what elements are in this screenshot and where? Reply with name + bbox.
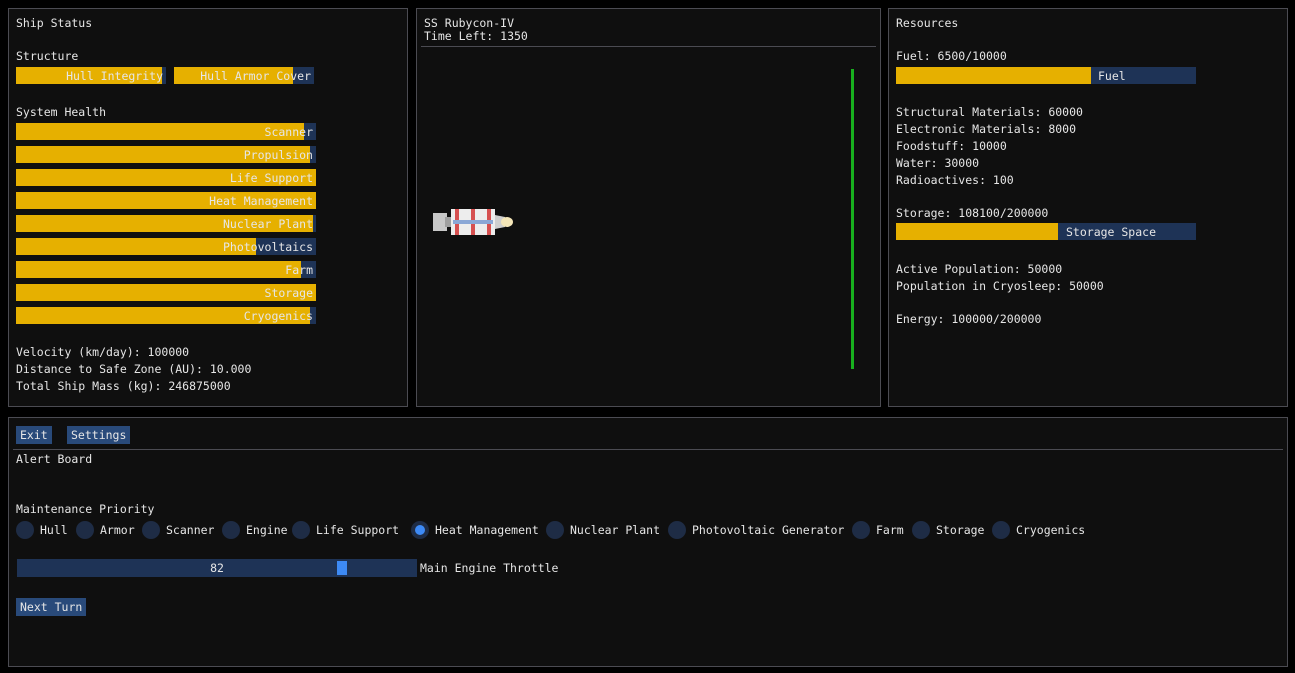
- priority-radio-hull[interactable]: Hull: [16, 521, 68, 539]
- next-turn-button[interactable]: Next Turn: [16, 598, 87, 616]
- priority-radio-engine[interactable]: Engine: [222, 521, 288, 539]
- foodstuff: Foodstuff: 10000: [896, 139, 1007, 153]
- system-health-label: System Health: [16, 105, 107, 119]
- hull-integrity-bar: Hull Integrity: [16, 67, 166, 84]
- priority-radio-nuclear-plant[interactable]: Nuclear Plant: [546, 521, 660, 539]
- resources-title: Resources: [896, 16, 959, 30]
- radio-indicator[interactable]: [76, 521, 94, 539]
- radioactives: Radioactives: 100: [896, 173, 1014, 187]
- cryosleep-population: Population in Cryosleep: 50000: [896, 279, 1104, 293]
- radio-label: Nuclear Plant: [570, 523, 661, 537]
- time-left: Time Left: 1350: [424, 29, 528, 43]
- hull-armor-label: Hull Armor Cover: [200, 69, 311, 83]
- energy-readout: Energy: 100000/200000: [896, 312, 1042, 326]
- radio-label: Armor: [100, 523, 135, 537]
- fuel-bar: Fuel: [896, 67, 1196, 84]
- exit-button[interactable]: Exit: [16, 426, 52, 444]
- storage-bar-label: Storage Space: [1066, 225, 1157, 239]
- structure-label: Structure: [16, 49, 79, 63]
- system-health-bar-storage: Storage: [16, 284, 316, 301]
- radio-indicator[interactable]: [16, 521, 34, 539]
- system-health-bar-heat-management: Heat Management: [16, 192, 316, 209]
- system-health-bar-scanner: Scanner: [16, 123, 316, 140]
- fuel-bar-label: Fuel: [1098, 69, 1126, 83]
- system-health-bar-label: Life Support: [229, 171, 313, 185]
- throttle-label: Main Engine Throttle: [420, 561, 559, 575]
- radio-label: Heat Management: [435, 523, 539, 537]
- system-health-bar-label: Nuclear Plant: [222, 217, 313, 231]
- ship-name: SS Rubycon-IV: [424, 16, 515, 30]
- velocity-readout: Velocity (km/day): 100000: [16, 345, 190, 359]
- priority-radio-storage[interactable]: Storage: [912, 521, 984, 539]
- radio-indicator[interactable]: [546, 521, 564, 539]
- system-health-bar-nuclear-plant: Nuclear Plant: [16, 215, 316, 232]
- main-engine-throttle-slider[interactable]: 82: [17, 559, 417, 577]
- system-health-bar-label: Heat Management: [209, 194, 313, 208]
- radio-indicator[interactable]: [142, 521, 160, 539]
- hull-integrity-label: Hull Integrity: [66, 69, 163, 83]
- radio-label: Photovoltaic Generator: [692, 523, 845, 537]
- safe-zone-distance-line: [851, 69, 854, 369]
- radio-label: Life Support: [316, 523, 400, 537]
- ship-viewport-panel: SS Rubycon-IV Time Left: 1350: [416, 8, 881, 407]
- mass-readout: Total Ship Mass (kg): 246875000: [16, 379, 231, 393]
- system-health-bar-propulsion: Propulsion: [16, 146, 316, 163]
- priority-radio-photovoltaic-generator[interactable]: Photovoltaic Generator: [668, 521, 844, 539]
- alert-board-label: Alert Board: [16, 452, 93, 466]
- active-population: Active Population: 50000: [896, 262, 1063, 276]
- settings-button[interactable]: Settings: [67, 426, 131, 444]
- distance-readout: Distance to Safe Zone (AU): 10.000: [16, 362, 252, 376]
- radio-indicator[interactable]: [222, 521, 240, 539]
- system-health-bar-label: Cryogenics: [243, 309, 313, 323]
- priority-radio-armor[interactable]: Armor: [76, 521, 135, 539]
- system-health-bar-label: Scanner: [264, 125, 313, 139]
- storage-readout: Storage: 108100/200000: [896, 206, 1049, 220]
- water: Water: 30000: [896, 156, 980, 170]
- structural-materials: Structural Materials: 60000: [896, 105, 1083, 119]
- radio-label: Cryogenics: [1016, 523, 1086, 537]
- radio-indicator[interactable]: [852, 521, 870, 539]
- radio-label: Hull: [40, 523, 68, 537]
- radio-indicator[interactable]: [668, 521, 686, 539]
- system-health-bar-label: Photovoltaics: [222, 240, 313, 254]
- radio-indicator[interactable]: [912, 521, 930, 539]
- throttle-grab-handle[interactable]: [337, 561, 347, 575]
- storage-bar: Storage Space: [896, 223, 1196, 240]
- control-panel: Exit Settings Alert Board Maintenance Pr…: [8, 417, 1288, 667]
- radio-label: Farm: [876, 523, 904, 537]
- electronic-materials: Electronic Materials: 8000: [896, 122, 1077, 136]
- radio-label: Scanner: [166, 523, 215, 537]
- priority-radio-life-support[interactable]: Life Support: [292, 521, 399, 539]
- system-health-bar-cryogenics: Cryogenics: [16, 307, 316, 324]
- spaceship-icon: [433, 209, 513, 235]
- system-health-bar-label: Farm: [285, 263, 313, 277]
- system-health-bar-label: Storage: [264, 286, 313, 300]
- ship-status-title: Ship Status: [16, 16, 93, 30]
- system-health-bar-life-support: Life Support: [16, 169, 316, 186]
- resources-panel: Resources Fuel: 6500/10000 Fuel Structur…: [888, 8, 1288, 407]
- priority-radio-cryogenics[interactable]: Cryogenics: [992, 521, 1085, 539]
- fuel-readout: Fuel: 6500/10000: [896, 49, 1007, 63]
- priority-radio-farm[interactable]: Farm: [852, 521, 904, 539]
- system-health-bar-photovoltaics: Photovoltaics: [16, 238, 316, 255]
- radio-label: Engine: [246, 523, 288, 537]
- system-health-bar-farm: Farm: [16, 261, 316, 278]
- priority-radio-heat-management[interactable]: Heat Management: [411, 521, 539, 539]
- hull-armor-bar: Hull Armor Cover: [174, 67, 314, 84]
- radio-indicator[interactable]: [292, 521, 310, 539]
- radio-label: Storage: [936, 523, 985, 537]
- throttle-value: 82: [210, 561, 224, 575]
- priority-radio-scanner[interactable]: Scanner: [142, 521, 214, 539]
- system-health-bar-label: Propulsion: [243, 148, 313, 162]
- ship-status-panel: Ship Status Structure Hull Integrity Hul…: [8, 8, 408, 407]
- maintenance-priority-label: Maintenance Priority: [16, 502, 155, 516]
- alert-board-divider: [13, 449, 1283, 450]
- radio-indicator[interactable]: [992, 521, 1010, 539]
- radio-indicator[interactable]: [411, 521, 429, 539]
- viewport-divider: [421, 46, 876, 47]
